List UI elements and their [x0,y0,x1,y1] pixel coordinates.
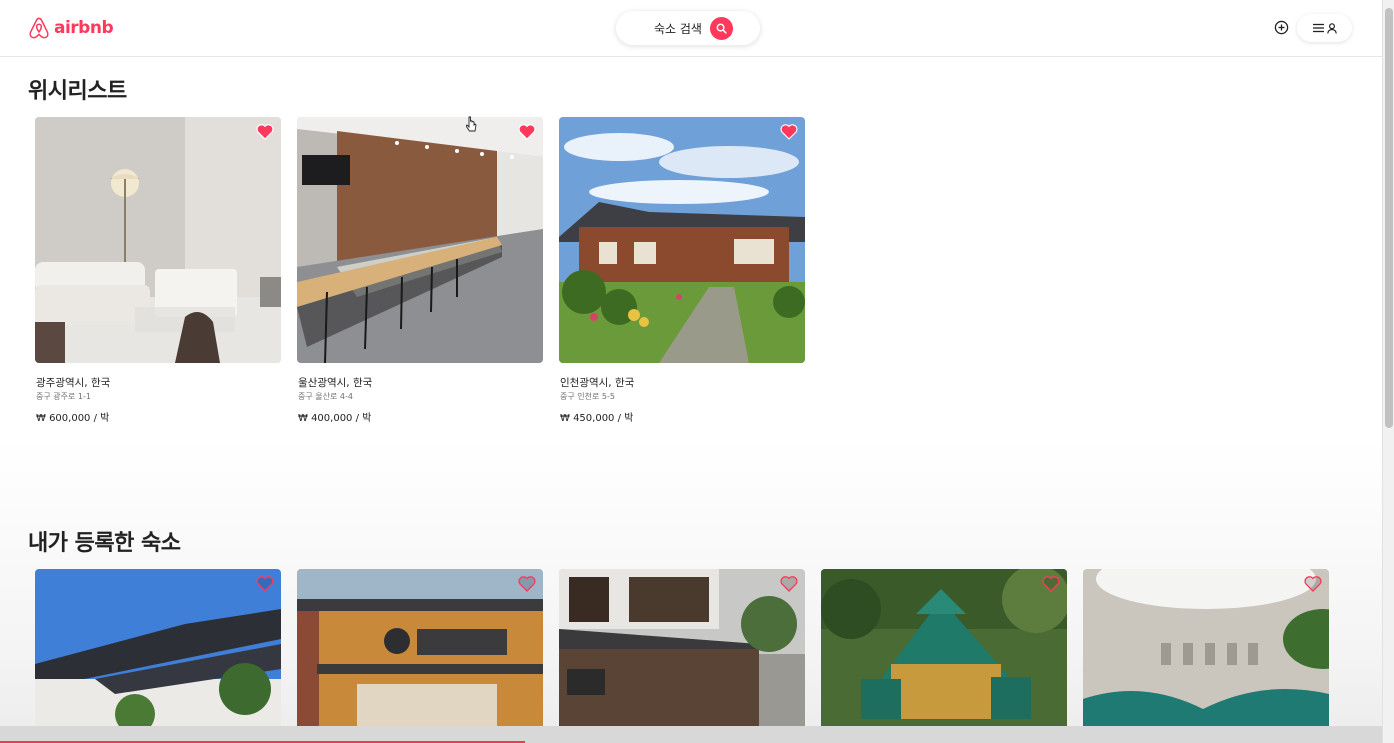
wishlist-heading: 위시리스트 [28,79,127,104]
wishlist-card[interactable]: 울산광역시, 한국 중구 울산로 4-4 ₩ 400,000 / 박 [297,117,543,424]
logo-text: airbnb [54,18,114,38]
listing-photo[interactable] [1083,569,1329,726]
cafe-interior-photo [297,117,543,363]
green-roof-mansion-photo [821,569,1067,726]
heart-outline-icon[interactable] [256,575,274,592]
listing-photo[interactable] [35,117,281,363]
heart-filled-icon[interactable] [780,123,798,140]
listing-photo[interactable] [297,569,543,726]
heart-outline-icon[interactable] [780,575,798,592]
modern-lounge-photo [35,117,281,363]
mouse-cursor-icon [466,116,477,132]
listing-photo[interactable] [297,117,543,363]
my-listing-card[interactable] [35,569,281,726]
my-listing-card[interactable] [297,569,543,726]
listing-address: 중구 광주로 1-1 [36,392,91,401]
heart-outline-icon[interactable] [518,575,536,592]
wooden-guesthouse-photo [559,569,805,726]
my-listing-card[interactable] [1083,569,1329,726]
vertical-scrollbar[interactable] [1382,0,1394,743]
listing-photo[interactable] [559,569,805,726]
wishlist-card[interactable]: 광주광역시, 한국 중구 광주로 1-1 ₩ 600,000 / 박 [35,117,281,424]
bottom-status-bar [0,726,1382,743]
listing-price: ₩ 400,000 / 박 [298,413,372,424]
listing-price: ₩ 600,000 / 박 [36,413,110,424]
add-listing-button[interactable] [1273,19,1290,36]
wishlist-card[interactable]: 인천광역시, 한국 중구 인천로 5-5 ₩ 450,000 / 박 [559,117,805,424]
pool-terrace-photo [1083,569,1329,726]
heart-filled-icon[interactable] [518,123,536,140]
top-navigation-bar: airbnb 숙소 검색 [0,0,1382,57]
orange-townhouse-photo [297,569,543,726]
my-listing-card[interactable] [559,569,805,726]
my-listing-card[interactable] [821,569,1067,726]
my-listings-heading: 내가 등록한 숙소 [28,531,181,556]
listing-location: 인천광역시, 한국 [560,377,635,389]
plus-circle-icon [1274,20,1289,35]
search-bar[interactable]: 숙소 검색 [616,11,760,45]
listing-photo[interactable] [35,569,281,726]
user-icon [1326,22,1337,34]
heart-filled-icon[interactable] [256,123,274,140]
hamburger-icon [1312,23,1324,33]
tiled-roof-house-photo [35,569,281,726]
hanok-garden-photo [559,117,805,363]
search-label: 숙소 검색 [654,21,702,36]
user-menu-button[interactable] [1297,14,1352,42]
heart-outline-icon[interactable] [1304,575,1322,592]
search-icon [716,23,727,34]
listing-photo[interactable] [559,117,805,363]
airbnb-logo-icon [29,17,49,39]
airbnb-logo[interactable]: airbnb [28,16,114,40]
listing-photo[interactable] [821,569,1067,726]
heart-outline-icon[interactable] [1042,575,1060,592]
search-button[interactable] [710,17,733,40]
listing-location: 광주광역시, 한국 [36,377,111,389]
listing-address: 중구 울산로 4-4 [298,392,353,401]
listing-address: 중구 인천로 5-5 [560,392,615,401]
listing-price: ₩ 450,000 / 박 [560,413,634,424]
listing-location: 울산광역시, 한국 [298,377,373,389]
scrollbar-thumb[interactable] [1385,8,1393,428]
